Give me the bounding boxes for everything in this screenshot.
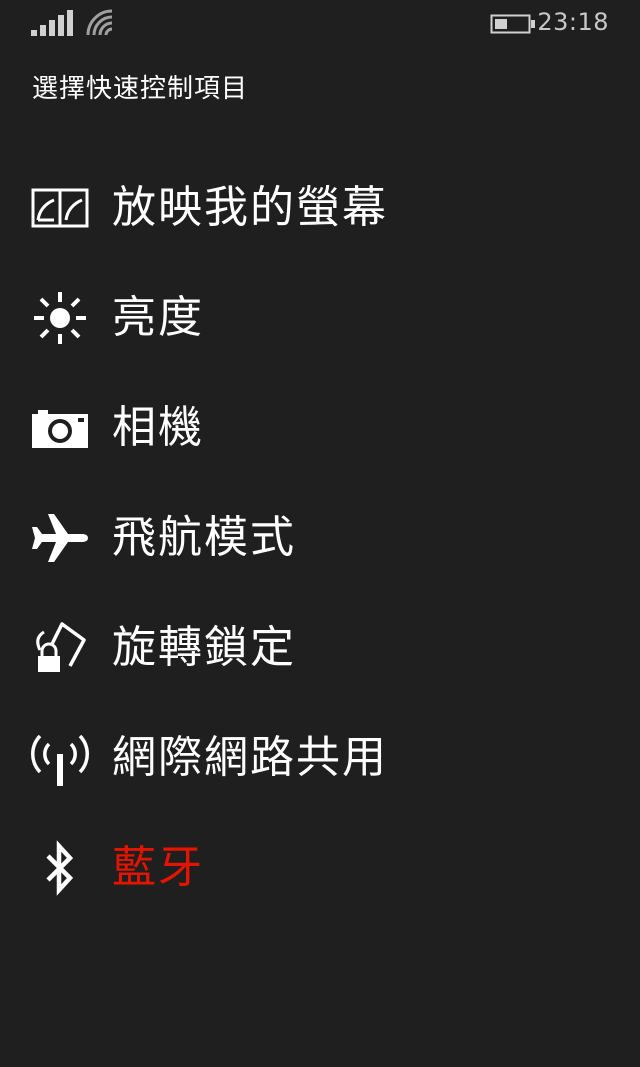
project-screen-icon	[31, 188, 89, 228]
wifi-icon	[86, 9, 113, 36]
page-title: 選擇快速控制項目	[32, 74, 249, 104]
status-bar: 23:18	[0, 0, 640, 48]
quick-action-label: 網際網路共用	[112, 732, 388, 783]
battery-icon	[490, 14, 535, 34]
rotation-lock-icon	[36, 622, 86, 672]
quick-action-label: 放映我的螢幕	[112, 182, 388, 233]
quick-action-label: 藍牙	[112, 842, 204, 893]
brightness-icon	[34, 292, 86, 344]
signal-strength-icon	[31, 10, 73, 36]
quick-action-bluetooth[interactable]: 藍牙	[0, 818, 640, 918]
airplane-icon	[32, 514, 88, 562]
status-clock: 23:18	[537, 8, 609, 36]
quick-action-brightness[interactable]: 亮度	[0, 268, 640, 368]
quick-action-internet-sharing[interactable]: 網際網路共用	[0, 708, 640, 808]
quick-action-label: 旋轉鎖定	[112, 622, 296, 673]
quick-action-label: 亮度	[112, 292, 204, 343]
quick-action-label: 相機	[112, 402, 204, 453]
quick-action-project-screen[interactable]: 放映我的螢幕	[0, 158, 640, 258]
quick-action-airplane-mode[interactable]: 飛航模式	[0, 488, 640, 588]
bluetooth-icon	[46, 840, 74, 896]
camera-icon	[32, 410, 88, 448]
internet-sharing-icon	[31, 734, 89, 786]
quick-action-label: 飛航模式	[112, 512, 296, 563]
quick-action-rotation-lock[interactable]: 旋轉鎖定	[0, 598, 640, 698]
quick-action-camera[interactable]: 相機	[0, 378, 640, 478]
